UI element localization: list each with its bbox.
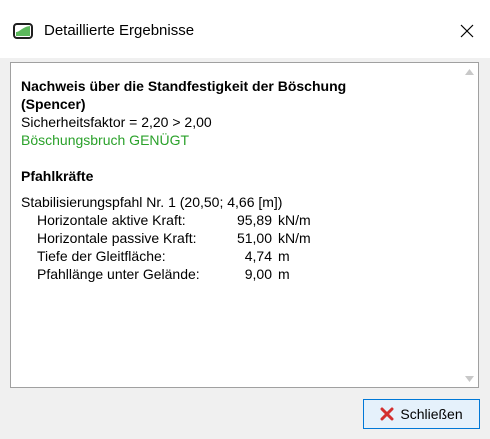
row-label: Horizontale aktive Kraft:: [37, 212, 186, 228]
pile-force-table: Horizontale aktive Kraft: 95,89 kN/m Hor…: [37, 211, 451, 283]
red-x-icon: [380, 407, 394, 421]
scroll-up-arrow[interactable]: [461, 63, 478, 80]
row-label: Horizontale passive Kraft:: [37, 230, 197, 246]
table-row: Horizontale passive Kraft: 51,00 kN/m: [37, 229, 451, 247]
pile-name: Stabilisierungspfahl Nr. 1 (20,50; 4,66 …: [21, 194, 283, 210]
row-unit: m: [278, 266, 290, 282]
row-value: 95,89: [236, 212, 272, 228]
row-label: Pfahllänge unter Gelände:: [37, 266, 200, 282]
row-value: 51,00: [236, 230, 272, 246]
vertical-scrollbar[interactable]: [461, 63, 478, 387]
results-panel[interactable]: Nachweis über die Standfestigkeit der Bö…: [10, 62, 479, 388]
row-unit: m: [278, 248, 290, 264]
results-text: Nachweis über die Standfestigkeit der Bö…: [21, 77, 451, 283]
table-row: Horizontale aktive Kraft: 95,89 kN/m: [37, 211, 451, 229]
row-unit: kN/m: [278, 212, 311, 228]
chevron-up-icon: [465, 68, 474, 75]
row-value: 4,74: [244, 248, 272, 264]
heading-line-1: Nachweis über die Standfestigkeit der Bö…: [21, 78, 347, 94]
result-status: Böschungsbruch GENÜGT: [21, 132, 190, 148]
close-icon: [460, 24, 474, 38]
row-value: 9,00: [244, 266, 272, 282]
heading-line-2: (Spencer): [21, 96, 86, 112]
close-button-label: Schließen: [400, 406, 463, 422]
safety-factor: Sicherheitsfaktor = 2,20 > 2,00: [21, 114, 212, 130]
scroll-down-arrow[interactable]: [461, 370, 478, 387]
close-window-button[interactable]: [444, 10, 490, 52]
window-title: Detaillierte Ergebnisse: [44, 22, 195, 39]
title-bar[interactable]: Detaillierte Ergebnisse: [0, 0, 490, 58]
pile-forces-heading: Pfahlkräfte: [21, 168, 94, 184]
slope-icon: [13, 23, 33, 39]
row-label: Tiefe der Gleitfläche:: [37, 248, 166, 264]
close-button[interactable]: Schließen: [363, 399, 480, 429]
dialog-window: Detaillierte Ergebnisse Nachweis über di…: [0, 0, 490, 439]
chevron-down-icon: [465, 375, 474, 382]
row-unit: kN/m: [278, 230, 311, 246]
table-row: Tiefe der Gleitfläche: 4,74 m: [37, 247, 451, 265]
table-row: Pfahllänge unter Gelände: 9,00 m: [37, 265, 451, 283]
